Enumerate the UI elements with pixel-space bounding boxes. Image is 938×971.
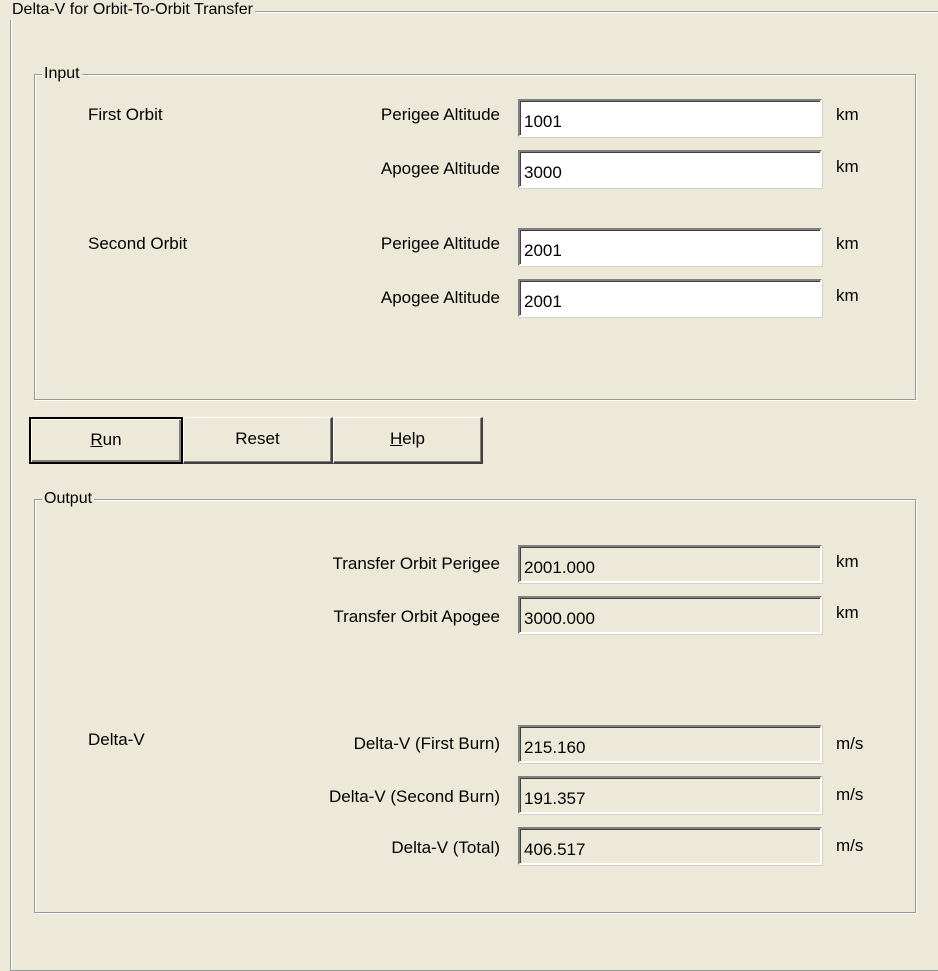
help-button-mnemonic: H [390,429,403,448]
delta-v-section-label: Delta-V [88,730,145,749]
total-value: 406.517 [518,827,822,865]
first-orbit-perigee-unit: km [836,105,859,124]
help-button[interactable]: Help [333,417,483,464]
second-orbit-perigee-input[interactable]: 2001 [518,228,822,266]
second-burn-unit: m/s [836,785,864,804]
first-burn-unit: m/s [836,734,864,753]
help-button-label: elp [402,429,425,448]
first-orbit-perigee-label: Perigee Altitude [380,105,500,124]
transfer-perigee-value: 2001.000 [518,545,822,583]
input-group-title: Input [42,64,82,84]
second-orbit-apogee-input[interactable]: 2001 [518,279,822,317]
output-group-title: Output [42,489,95,509]
second-orbit-perigee-label: Perigee Altitude [380,234,500,253]
first-burn-value: 215.160 [518,725,822,763]
first-orbit-apogee-label: Apogee Altitude [380,159,500,178]
reset-button-label: Reset [235,429,280,448]
total-unit: m/s [836,836,864,855]
transfer-apogee-unit: km [836,603,859,622]
second-burn-label: Delta-V (Second Burn) [328,787,500,806]
reset-button[interactable]: Reset [183,417,333,464]
total-label: Delta-V (Total) [391,838,500,857]
run-button-mnemonic: R [90,430,103,449]
transfer-perigee-label: Transfer Orbit Perigee [332,554,500,573]
transfer-perigee-unit: km [836,552,859,571]
first-burn-label: Delta-V (First Burn) [353,734,500,753]
second-orbit-apogee-unit: km [836,286,859,305]
main-frame-title: Delta-V for Orbit-To-Orbit Transfer [10,0,255,20]
second-orbit-apogee-label: Apogee Altitude [380,288,500,307]
run-button-label: un [102,430,122,449]
first-orbit-label: First Orbit [88,105,163,124]
first-orbit-apogee-input[interactable]: 3000 [518,150,822,188]
first-orbit-perigee-input[interactable]: 1001 [518,99,822,137]
second-orbit-perigee-unit: km [836,234,859,253]
second-orbit-label: Second Orbit [88,234,188,253]
transfer-apogee-label: Transfer Orbit Apogee [333,607,500,626]
second-burn-value: 191.357 [518,776,822,814]
transfer-apogee-value: 3000.000 [518,596,822,634]
run-button[interactable]: Run [29,417,183,464]
first-orbit-apogee-unit: km [836,157,859,176]
